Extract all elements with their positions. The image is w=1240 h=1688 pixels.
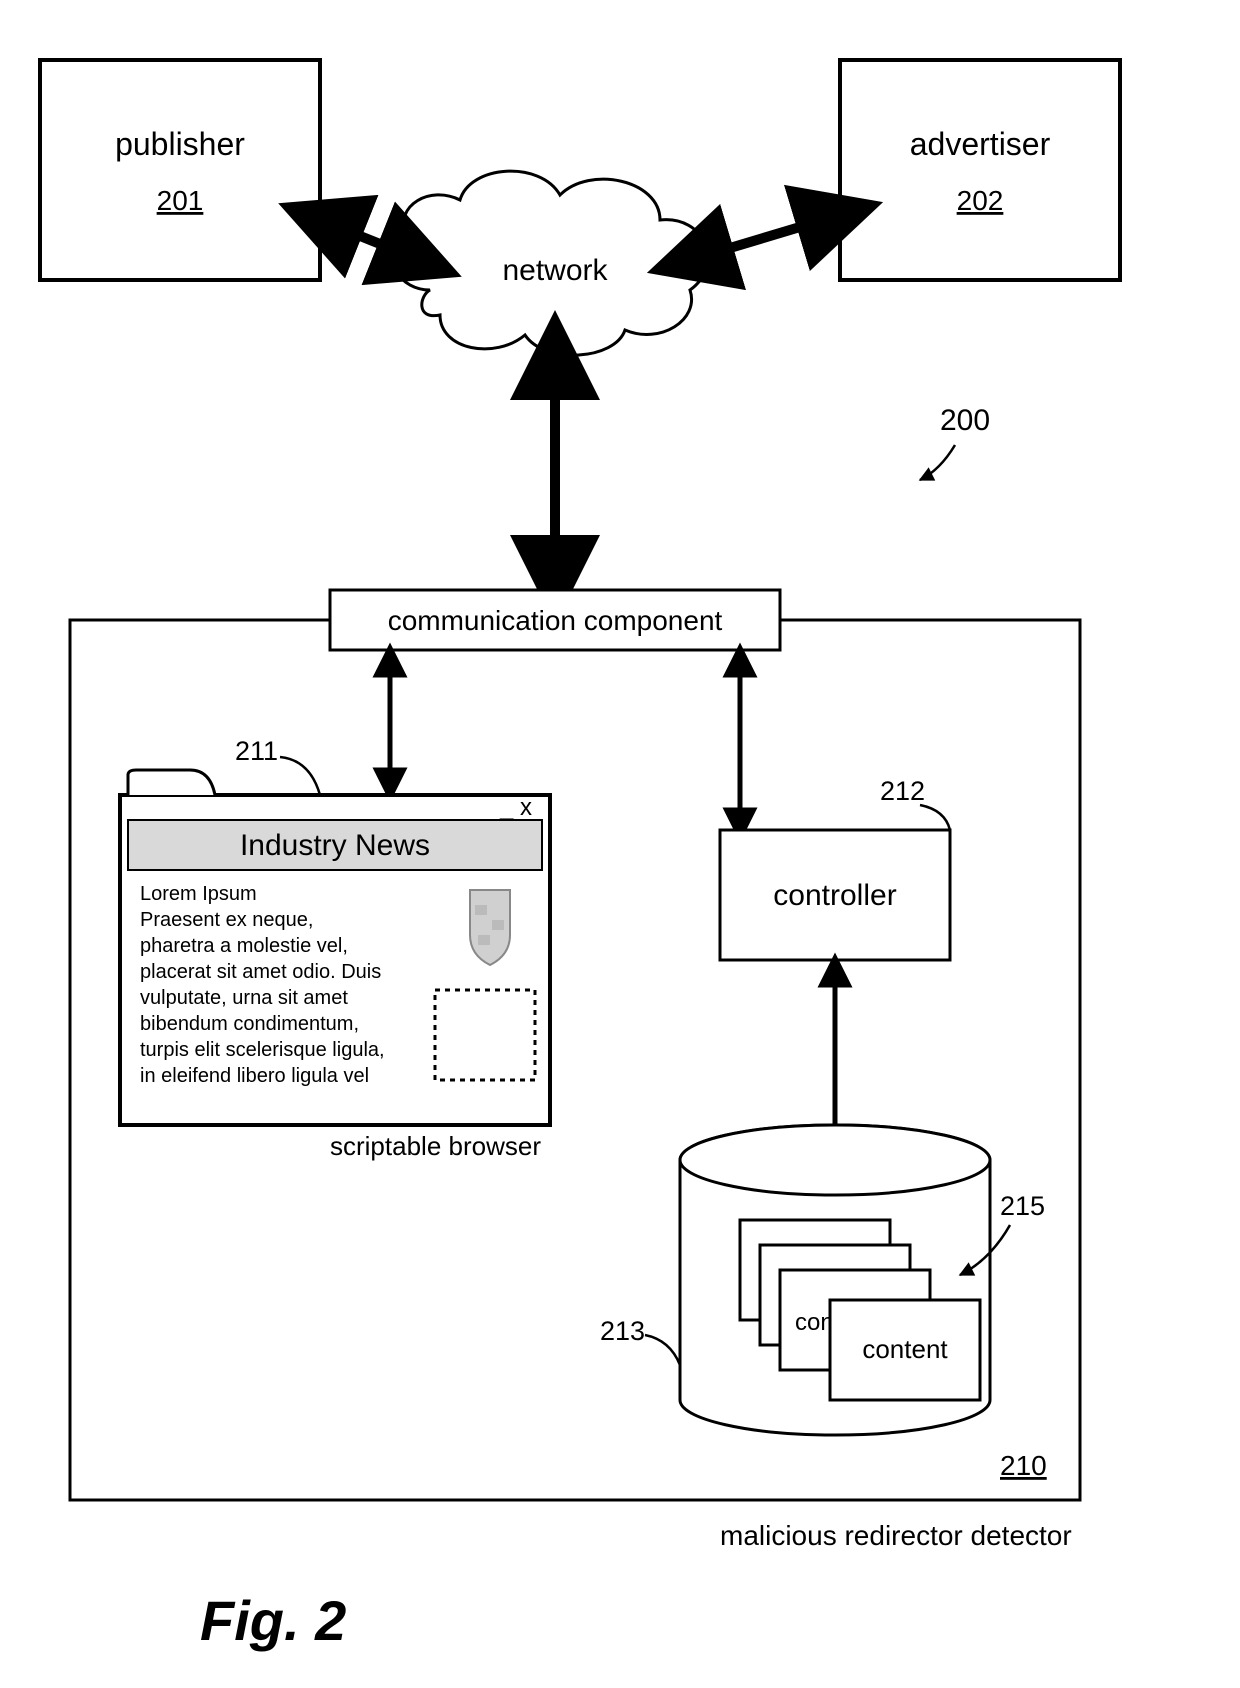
datastore: con content	[680, 1125, 990, 1435]
network-label: network	[502, 254, 608, 287]
browser-caption: scriptable browser	[330, 1131, 541, 1161]
datastore-ref: 213	[600, 1316, 645, 1346]
figure-label: Fig. 2	[200, 1589, 346, 1652]
link-network-advertiser	[690, 215, 840, 260]
browser-ref: 211	[235, 736, 278, 766]
controller-ref-leader: 212	[880, 776, 950, 830]
browser-line-0: Lorem Ipsum	[140, 883, 257, 905]
browser-line-5: bibendum condimentum,	[140, 1013, 359, 1035]
browser-ref-leader: 211	[235, 736, 320, 795]
shield-icon	[470, 890, 510, 965]
content-card-front-label: content	[862, 1334, 948, 1364]
browser-window: _ x Industry News Lorem Ipsum Praesent e…	[120, 770, 550, 1125]
datastore-ref-leader: 213	[600, 1316, 680, 1365]
browser-line-3: placerat sit amet odio. Duis	[140, 961, 381, 983]
controller-label: controller	[773, 879, 896, 912]
comm-component-box: communication component	[330, 590, 780, 650]
controller-box: controller	[720, 830, 950, 960]
advertiser-box: advertiser 202	[840, 60, 1120, 280]
system-ref-text: 200	[940, 404, 990, 437]
window-controls: _ x	[499, 794, 532, 821]
controller-ref: 212	[880, 776, 925, 806]
browser-title: Industry News	[240, 829, 430, 862]
publisher-box: publisher 201	[40, 60, 320, 280]
system-reference: 200	[920, 404, 990, 480]
content-card-back-label: con	[795, 1309, 834, 1336]
browser-line-2: pharetra a molestie vel,	[140, 935, 348, 957]
browser-line-6: turpis elit scelerisque ligula,	[140, 1039, 385, 1061]
publisher-ref: 201	[157, 185, 204, 216]
detector-caption: malicious redirector detector	[720, 1520, 1072, 1551]
advertiser-ref: 202	[957, 185, 1004, 216]
advertiser-label: advertiser	[910, 126, 1051, 162]
comm-component-label: communication component	[388, 605, 723, 636]
content-ref: 215	[1000, 1191, 1045, 1221]
network-cloud: network	[394, 171, 708, 355]
publisher-label: publisher	[115, 126, 245, 162]
detector-ref: 210	[1000, 1450, 1047, 1481]
browser-line-1: Praesent ex neque,	[140, 909, 313, 931]
browser-line-4: vulputate, urna sit amet	[140, 987, 348, 1009]
browser-line-7: in eleifend libero ligula vel	[140, 1065, 369, 1087]
